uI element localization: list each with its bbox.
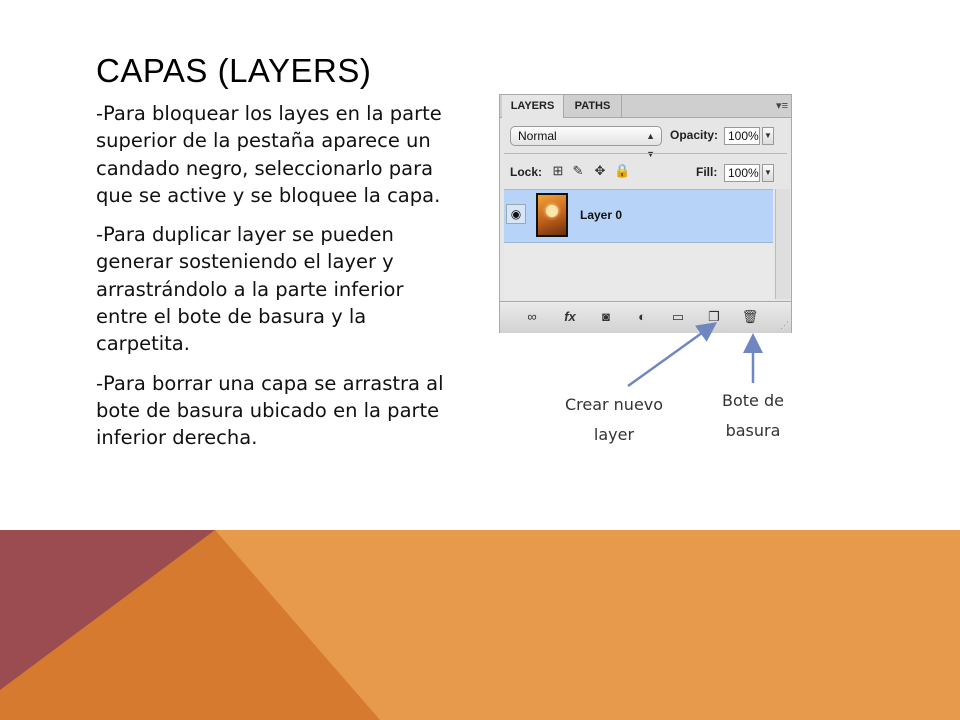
trash-icon[interactable]: 🗑 [740,308,760,326]
callout-trash: Bote de basura [722,391,784,441]
lock-position-icon[interactable]: ✥ [592,163,608,179]
fill-label: Fill: [696,165,718,179]
panel-menu-icon[interactable]: ▾≡ [776,99,788,112]
layer-name[interactable]: Layer 0 [580,208,622,222]
link-icon[interactable]: ∞ [522,308,542,326]
adjustment-icon[interactable]: ◐ [632,308,652,326]
eye-icon[interactable]: ◉ [506,204,526,224]
fill-input[interactable]: 100% [724,164,760,182]
slide: CAPAS (LAYERS) -Para bloquear los layes … [0,0,960,720]
opacity-input[interactable]: 100% [724,127,760,145]
select-arrows-icon: ▲ ▼ [646,131,655,159]
layers-panel-screenshot: LAYERS PATHS ▾≡ Normal ▲ ▼ Opacity: 100% … [499,94,792,333]
lock-all-icon[interactable]: 🔒 [614,163,630,179]
paragraph-delete: -Para borrar una capa se arrastra al bot… [96,371,444,450]
blend-mode-value: Normal [518,129,557,143]
slide-title: CAPAS (LAYERS) [96,52,372,89]
paragraph-duplicate: -Para duplicar layer se pueden generar s… [96,223,404,356]
panel-separator [504,153,787,154]
opacity-dropdown-icon[interactable]: ▼ [762,127,774,145]
paragraph-lock: -Para bloquear los layes en la parte sup… [96,102,442,207]
new-layer-icon[interactable]: ❐ [704,308,724,326]
panel-bottom-bar: ∞ fx ◙ ◐ ▭ ❐ 🗑 ⋰ [500,301,791,333]
lock-image-icon[interactable]: ✎ [570,163,586,179]
thumbnail-glow [546,205,558,217]
blend-mode-select[interactable]: Normal ▲ ▼ [510,126,662,159]
layer-row[interactable]: ◉ Layer 0 [504,190,773,243]
lock-label: Lock: [510,165,543,179]
lock-transparent-icon[interactable]: ⊞ [550,163,566,179]
fill-dropdown-icon[interactable]: ▼ [762,164,774,182]
callout-new-layer: Crear nuevo layer [564,395,664,445]
opacity-label: Opacity: [670,128,719,142]
mask-icon[interactable]: ◙ [596,308,616,326]
tab-paths[interactable]: PATHS [564,95,622,117]
panel-tab-bar: LAYERS PATHS ▾≡ [500,95,791,118]
folder-icon[interactable]: ▭ [668,308,688,326]
resize-grip-icon[interactable]: ⋰ [780,320,789,331]
layer-thumbnail [536,193,568,237]
fx-icon[interactable]: fx [560,308,580,326]
layers-list: ◉ Layer 0 [504,189,773,300]
slide-body: -Para bloquear los layes en la parte sup… [96,100,446,464]
tab-layers[interactable]: LAYERS [502,95,564,118]
layers-scrollbar[interactable] [775,189,790,299]
